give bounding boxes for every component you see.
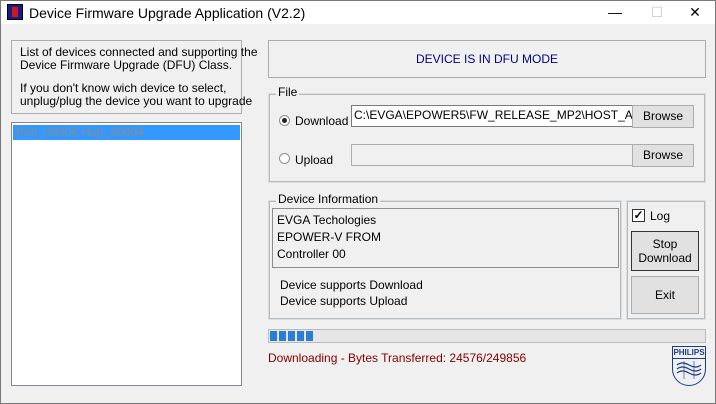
device-info-line-2: EPOWER-V FROM <box>277 230 381 244</box>
dfu-window: Device Firmware Upgrade Application (V2.… <box>0 0 716 404</box>
info-line-1: List of devices connected and supporting… <box>20 45 258 59</box>
download-path-field[interactable]: C:\EVGA\EPOWER5\FW_RELEASE_MP2\HOST_APP\… <box>351 105 633 127</box>
device-info-line-1: EVGA Techologies <box>277 213 377 227</box>
device-list-item[interactable]: Port_#0004.Hub_#0004 <box>13 125 240 140</box>
device-info-line-3: Controller 00 <box>277 247 346 261</box>
exit-button[interactable]: Exit <box>631 276 699 314</box>
title-bar[interactable]: Device Firmware Upgrade Application (V2.… <box>1 1 715 24</box>
info-panel: List of devices connected and supporting… <box>11 40 258 114</box>
philips-shield-icon <box>676 361 702 379</box>
status-text: Downloading - Bytes Transferred: 24576/2… <box>268 351 527 365</box>
close-button[interactable]: ✕ <box>675 1 715 24</box>
upload-browse-button[interactable]: Browse <box>632 144 694 167</box>
info-line-2: Device Firmware Upgrade (DFU) Class. <box>20 58 233 72</box>
mode-banner: DEVICE IS IN DFU MODE <box>268 40 706 78</box>
file-group-label: File <box>276 85 300 99</box>
info-line-3: If you don't know wich device to select, <box>20 81 227 95</box>
device-info-label: Device Information <box>276 192 381 206</box>
download-radio[interactable] <box>279 115 290 126</box>
exit-label: Exit <box>654 287 675 302</box>
upload-radio[interactable] <box>279 153 290 164</box>
info-line-4: unplug/plug the device you want to upgra… <box>20 94 253 108</box>
progress-fill <box>270 331 315 341</box>
progress-bar <box>268 329 706 343</box>
supports-download-text: Device supports Download <box>280 278 423 292</box>
log-checkbox[interactable]: ✓ <box>632 209 645 222</box>
download-browse-label: Browse <box>642 109 683 124</box>
stop-download-label-1: Stop <box>652 236 678 251</box>
upload-browse-label: Browse <box>642 148 683 163</box>
philips-logo: PHILIPS <box>672 346 706 386</box>
upload-path-field[interactable] <box>351 144 633 166</box>
maximize-button: ☐ <box>650 4 664 20</box>
download-label[interactable]: Download <box>295 114 348 128</box>
minimize-button[interactable]: — <box>595 1 635 24</box>
log-label[interactable]: Log <box>650 209 670 223</box>
stop-download-button[interactable]: Stop Download <box>631 231 699 271</box>
app-icon <box>7 4 23 20</box>
upload-label[interactable]: Upload <box>295 153 333 167</box>
device-list[interactable]: Port_#0004.Hub_#0004 <box>11 122 242 386</box>
download-browse-button[interactable]: Browse <box>632 105 694 128</box>
window-title: Device Firmware Upgrade Application (V2.… <box>29 5 306 21</box>
device-info-box: EVGA Techologies EPOWER-V FROM Controlle… <box>272 208 619 268</box>
supports-upload-text: Device supports Upload <box>280 294 408 308</box>
stop-download-label-2: Download <box>638 251 692 265</box>
